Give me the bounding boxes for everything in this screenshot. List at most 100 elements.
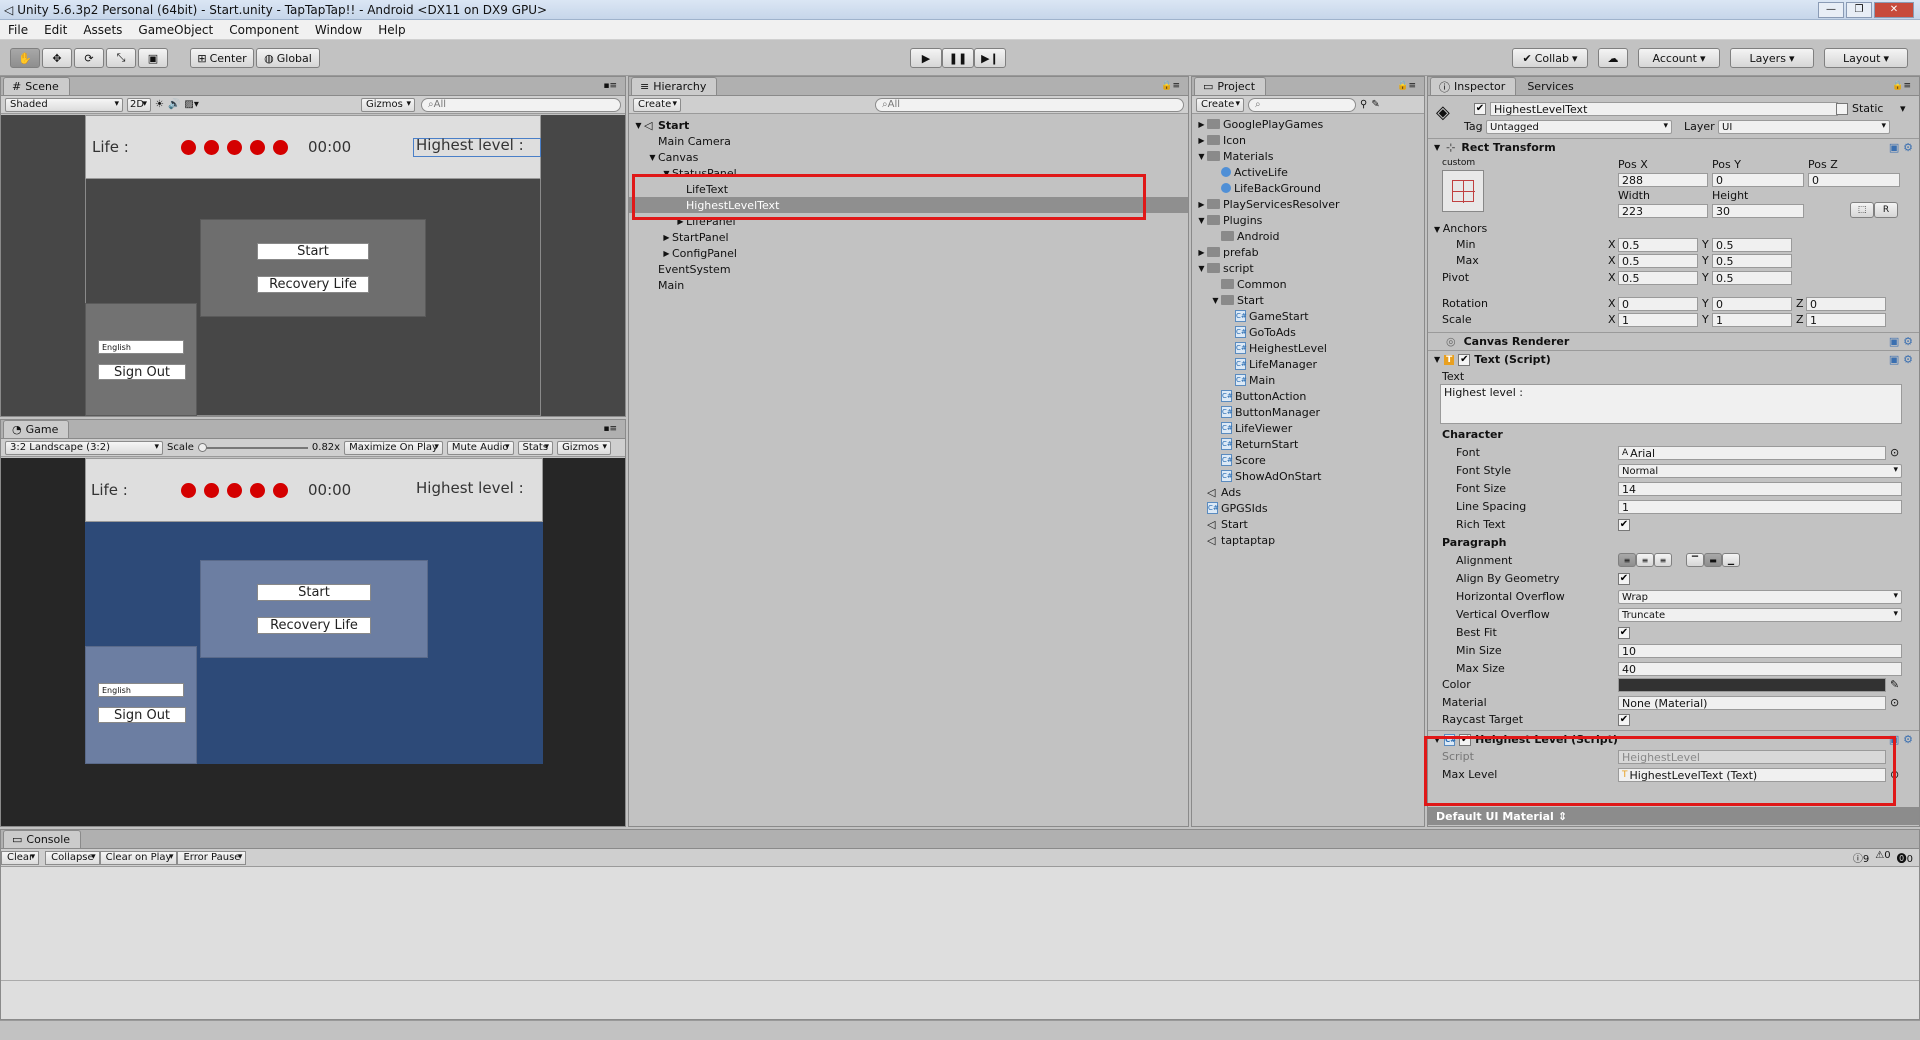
hierarchy-item[interactable]: ▼ StatusPanel [629,165,1188,181]
console-clear-on-play-button[interactable]: Clear on Play [99,850,178,865]
project-item[interactable]: C# ButtonAction [1192,388,1424,404]
anchors-foldout[interactable]: ▼ Anchors [1434,222,1487,235]
shading-mode-dropdown[interactable]: Shaded [5,97,123,112]
anchor-max-x-field[interactable]: 0.5 [1618,254,1698,268]
best-fit-checkbox[interactable]: ✔ [1618,627,1630,639]
hierarchy-create-dropdown[interactable]: Create [633,97,681,112]
hierarchy-item[interactable]: Main [629,277,1188,293]
expand-arrow-icon[interactable]: ▼ [633,121,644,130]
horizontal-overflow-dropdown[interactable]: Wrap [1618,590,1902,604]
expand-arrow-icon[interactable]: ▼ [647,153,658,162]
rotation-x-field[interactable]: 0 [1618,297,1698,311]
hierarchy-item[interactable]: Main Camera [629,133,1188,149]
scene-viewport[interactable]: Life : 00:00 Highest level : Start Recov… [1,115,625,416]
rect-transform-header[interactable]: ▼ ⊹ Rect Transform ▣ ⚙ [1428,138,1919,156]
rect-tool-button[interactable]: ▣ [138,48,168,68]
cloud-button[interactable]: ☁ [1598,48,1628,68]
project-item[interactable]: C# ButtonManager [1192,404,1424,420]
scale-y-field[interactable]: 1 [1712,313,1792,327]
game-gizmos-dropdown[interactable]: Gizmos [557,440,612,455]
start-button[interactable]: Start [257,243,369,260]
tab-scene[interactable]: # Scene [3,77,70,95]
project-item[interactable]: ▼ script [1192,260,1424,276]
anchor-max-y-field[interactable]: 0.5 [1712,254,1792,268]
audio-icon[interactable]: 🔊 [168,99,180,110]
color-swatch[interactable] [1618,678,1886,692]
help-icon[interactable]: ▣ ⚙ [1889,335,1913,348]
posx-field[interactable]: 288 [1618,173,1708,187]
expand-arrow-icon[interactable]: ▶ [1196,200,1207,209]
menu-help[interactable]: Help [370,23,413,37]
align-middle-button[interactable]: ▬ [1704,553,1722,567]
project-item[interactable]: C# Score [1192,452,1424,468]
project-item[interactable]: ▶ Icon [1192,132,1424,148]
rich-text-checkbox[interactable]: ✔ [1618,519,1630,531]
object-picker-icon[interactable]: ⊙ [1890,768,1899,781]
tab-hierarchy[interactable]: ≡ Hierarchy [631,77,718,95]
menu-window[interactable]: Window [307,23,370,37]
layout-dropdown[interactable]: Layout ▾ [1824,48,1908,68]
raycast-target-checkbox[interactable]: ✔ [1618,714,1630,726]
stats-toggle[interactable]: Stats [517,440,554,455]
expand-arrow-icon[interactable]: ▶ [1196,248,1207,257]
project-item[interactable]: ◁ taptaptap [1192,532,1424,548]
language-dropdown[interactable]: English [98,340,184,354]
project-item[interactable]: Common [1192,276,1424,292]
aspect-dropdown[interactable]: 3:2 Landscape (3:2) [5,440,163,455]
min-size-field[interactable]: 10 [1618,644,1902,658]
rotation-y-field[interactable]: 0 [1712,297,1792,311]
expand-arrow-icon[interactable]: ▼ [1196,264,1207,273]
align-right-button[interactable]: ≡ [1654,553,1672,567]
minimize-button[interactable]: — [1818,1,1844,18]
image-effects-icon[interactable]: ▨▾ [184,99,198,110]
pivot-y-field[interactable]: 0.5 [1712,271,1792,285]
project-item[interactable]: C# GameStart [1192,308,1424,324]
help-icon[interactable]: ▣ ⚙ [1889,141,1913,154]
align-top-button[interactable]: ▔ [1686,553,1704,567]
panel-menu-icon[interactable]: ▪≡ [603,81,617,91]
project-item[interactable]: C# LifeViewer [1192,420,1424,436]
object-name-field[interactable]: HighestLevelText [1490,102,1838,116]
posz-field[interactable]: 0 [1808,173,1900,187]
account-dropdown[interactable]: Account ▾ [1638,48,1720,68]
project-item[interactable]: LifeBackGround [1192,180,1424,196]
project-item[interactable]: C# GPGSIds [1192,500,1424,516]
anchor-min-y-field[interactable]: 0.5 [1712,238,1792,252]
project-item[interactable]: ▼ Plugins [1192,212,1424,228]
lock-icon[interactable]: 🔒≡ [1397,81,1416,91]
hierarchy-search-input[interactable]: ⌕ All [875,97,1184,112]
eyedropper-icon[interactable]: ✎ [1890,678,1899,691]
sign-out-button[interactable]: Sign Out [98,364,186,380]
width-field[interactable]: 223 [1618,204,1708,218]
help-icon[interactable]: ▣ ⚙ [1889,733,1913,746]
text-script-header[interactable]: ▼ T ✔ Text (Script) ▣ ⚙ [1428,350,1919,368]
static-dropdown-arrow-icon[interactable]: ▾ [1900,102,1906,115]
expand-arrow-icon[interactable]: ▶ [1196,136,1207,145]
hierarchy-item[interactable]: EventSystem [629,261,1188,277]
hierarchy-item[interactable]: ▶ LifePanel [629,213,1188,229]
scene-search-input[interactable]: ⌕ All [421,97,621,112]
pause-button[interactable]: ❚❚ [942,48,974,68]
move-tool-button[interactable]: ✥ [42,48,72,68]
menu-component[interactable]: Component [221,23,307,37]
pivot-center-button[interactable]: ⊞ Center [190,48,254,68]
project-item[interactable]: C# Main [1192,372,1424,388]
project-item[interactable]: C# ReturnStart [1192,436,1424,452]
console-warning-toggle[interactable]: ⚠0 [1875,850,1890,865]
start-button[interactable]: Start [257,584,371,601]
project-item[interactable]: ▼ Start [1192,292,1424,308]
tab-project[interactable]: ▭ Project [1194,77,1267,95]
console-clear-button[interactable]: Clear [1,850,40,865]
hand-tool-button[interactable]: ✋ [10,48,40,68]
align-left-button[interactable]: ≡ [1618,553,1636,567]
default-ui-material-bar[interactable]: Default UI Material ⇕ [1428,807,1919,825]
play-button[interactable]: ▶ [910,48,942,68]
2d-toggle[interactable]: 2D [127,97,151,112]
project-item[interactable]: C# LifeManager [1192,356,1424,372]
project-item[interactable]: ◁ Start [1192,516,1424,532]
expand-arrow-icon[interactable]: ▶ [675,217,686,226]
scale-z-field[interactable]: 1 [1806,313,1886,327]
material-field[interactable]: None (Material) [1618,696,1886,710]
tab-services[interactable]: Services [1518,77,1584,95]
hierarchy-item[interactable]: ▼ ◁ Start [629,117,1188,133]
